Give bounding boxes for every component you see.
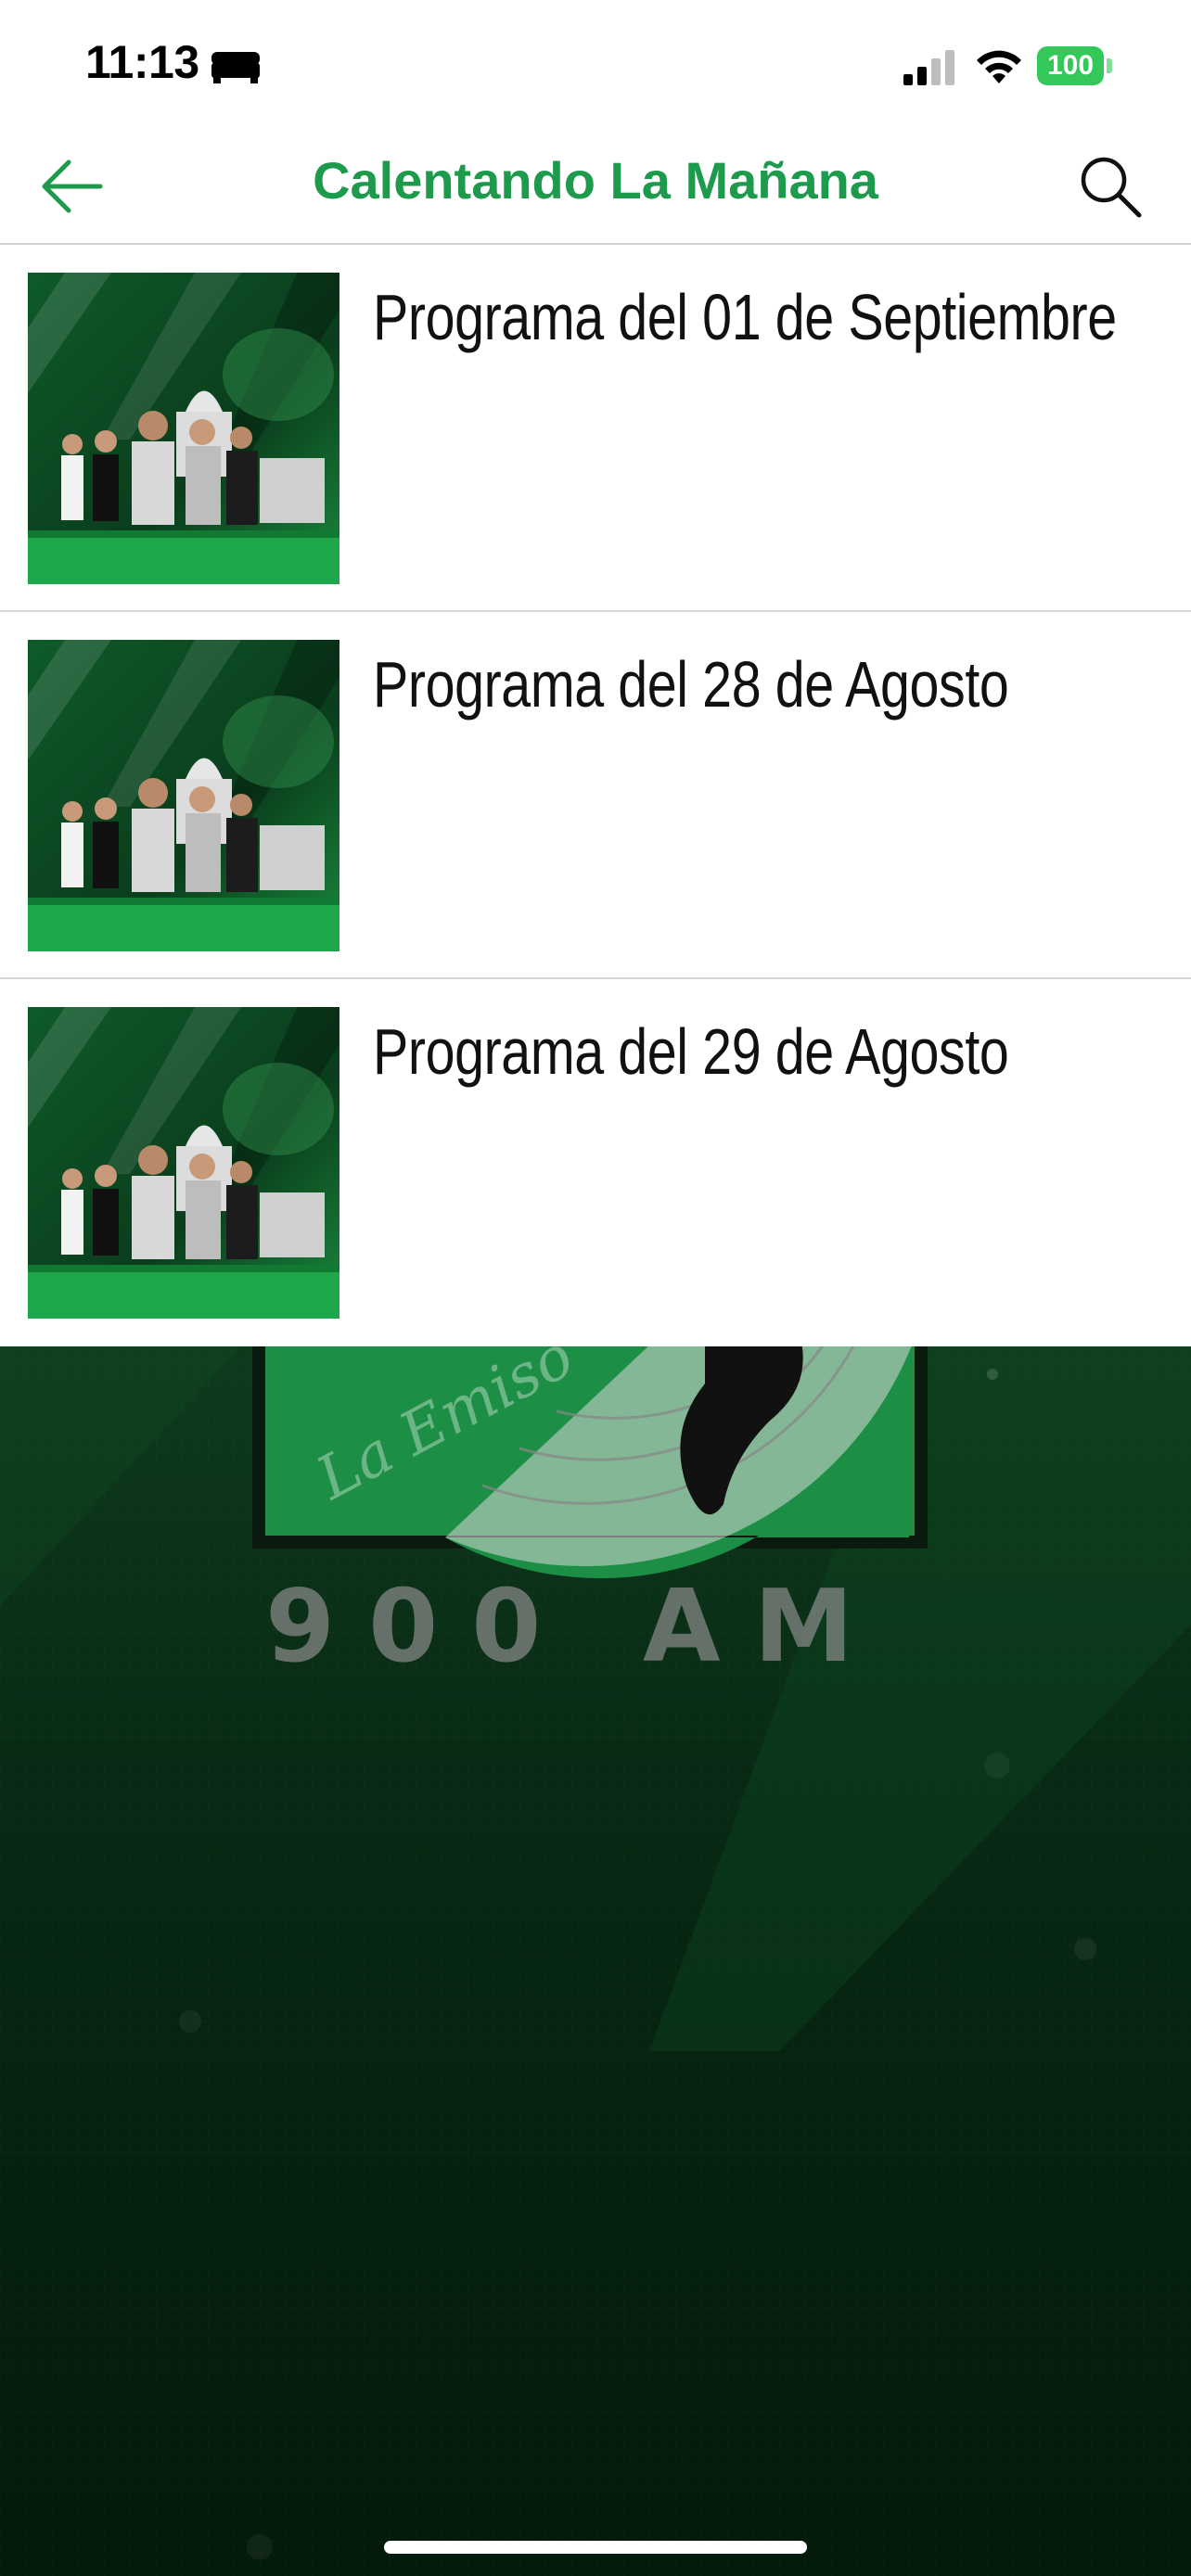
bed-icon xyxy=(211,52,260,83)
search-icon xyxy=(1081,157,1142,218)
background-art xyxy=(0,1346,1191,2576)
episode-list: Programa del 01 de Septiembre Programa d… xyxy=(0,245,1191,1338)
episode-title: Programa del 01 de Septiembre xyxy=(373,281,1117,353)
list-item[interactable]: Programa del 29 de Agosto xyxy=(0,979,1191,1338)
status-time: 11:13 xyxy=(85,36,199,88)
list-item[interactable]: Programa del 28 de Agosto xyxy=(0,612,1191,979)
list-item[interactable]: Programa del 01 de Septiembre xyxy=(0,245,1191,612)
status-bar: 11:13 100 xyxy=(0,0,1191,130)
episode-title: Programa del 28 de Agosto xyxy=(373,648,1009,721)
episode-thumbnail xyxy=(28,1007,339,1319)
episode-title: Programa del 29 de Agosto xyxy=(373,1015,1009,1088)
battery-level: 100 xyxy=(1037,46,1104,85)
search-button[interactable] xyxy=(1074,150,1148,224)
signal-icon xyxy=(903,50,954,85)
battery-icon: 100 xyxy=(1037,46,1112,85)
logo-900am-text: 900 AM xyxy=(265,1569,888,1685)
background-area: La Emiso 900 AM xyxy=(0,1346,1191,2576)
home-indicator[interactable] xyxy=(384,2541,807,2554)
wifi-icon xyxy=(977,50,1021,83)
nav-bar: Calentando La Mañana xyxy=(0,130,1191,245)
battery-tip xyxy=(1107,58,1112,73)
episode-thumbnail xyxy=(28,640,339,951)
episode-thumbnail xyxy=(28,273,339,584)
page-title: Calentando La Mañana xyxy=(313,151,878,210)
